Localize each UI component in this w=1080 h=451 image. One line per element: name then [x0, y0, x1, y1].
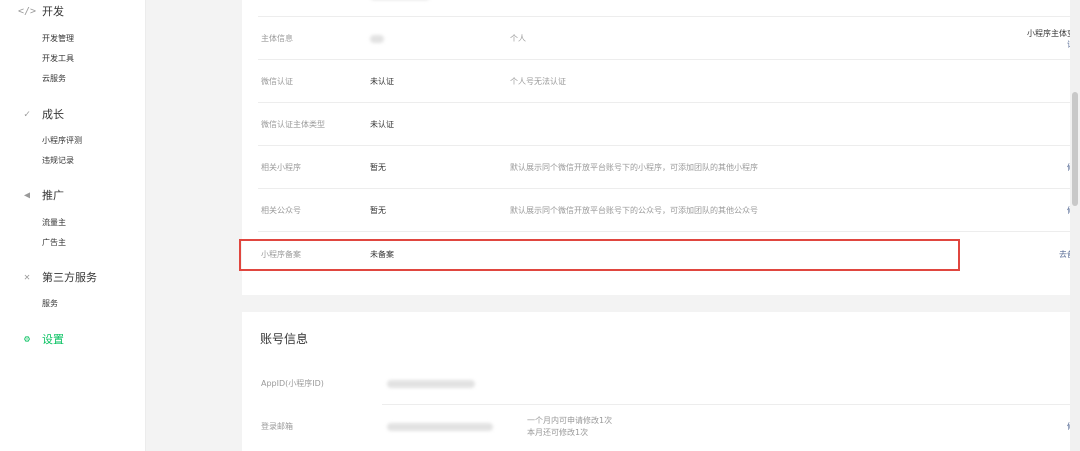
- table-row: 微信认证主体类型 未认证: [242, 103, 1080, 146]
- nav-group-third-party[interactable]: ✕ 第三方服务: [20, 267, 97, 287]
- table-row: AppID(小程序ID): [242, 362, 1080, 405]
- scroll-thumb[interactable]: [1072, 92, 1078, 206]
- sidebar-item-evaluation[interactable]: 小程序评测: [42, 136, 82, 146]
- nav-group-title: 成长: [42, 108, 64, 121]
- row-label: 相关小程序: [261, 163, 301, 172]
- row-desc: 默认展示同个微信开放平台账号下的小程序，可添加团队的其他小程序: [510, 163, 758, 172]
- row-value: 未备案: [370, 250, 394, 259]
- table-row: 相关公众号 暂无 默认展示同个微信开放平台账号下的公众号，可添加团队的其他公众号…: [242, 189, 1080, 232]
- table-row: 小程序备案 未备案 去备案: [242, 233, 1080, 276]
- section-title: 账号信息: [260, 332, 309, 346]
- row-value: 暂无: [370, 206, 386, 215]
- row-label: 微信认证: [261, 77, 293, 86]
- sidebar-item-violations[interactable]: 违规记录: [42, 156, 74, 166]
- table-row: 微信认证 未认证 个人号无法认证: [242, 60, 1080, 103]
- settings-icon: ⚙: [23, 333, 31, 345]
- sidebar-item-advertiser[interactable]: 广告主: [42, 238, 66, 248]
- megaphone-icon: ◀: [23, 189, 31, 201]
- row-value: 未认证: [370, 120, 394, 129]
- sidebar-item-dev-tools[interactable]: 开发工具: [42, 54, 74, 64]
- sidebar-item-traffic[interactable]: 流量主: [42, 218, 66, 228]
- row-label: 主体信息: [261, 34, 293, 43]
- row-label: 小程序备案: [261, 250, 301, 259]
- nav-group-title: 第三方服务: [42, 271, 97, 284]
- nav-group-title: 设置: [42, 333, 64, 346]
- nav-group-title: 开发: [42, 5, 64, 18]
- masked-email: [387, 422, 493, 431]
- nav-group-promotion[interactable]: ◀ 推广: [20, 185, 64, 205]
- masked-value: [370, 34, 384, 43]
- sidebar-item-dev-manage[interactable]: 开发管理: [42, 34, 74, 44]
- email-note: 一个月内可申请修改1次 本月还可修改1次: [527, 405, 612, 448]
- masked-appid: [387, 379, 475, 388]
- row-desc: 个人: [510, 34, 526, 43]
- row-desc: 默认展示同个微信开放平台账号下的公众号，可添加团队的其他公众号: [510, 206, 758, 215]
- row-value: 暂无: [370, 163, 386, 172]
- row-value: 未认证: [370, 77, 394, 86]
- scrollbar[interactable]: [1070, 0, 1080, 451]
- code-icon: </>: [17, 5, 37, 17]
- basic-info-card: 主体信息 个人 小程序主体变更 详情 微信认证 未认证 个人号无法认证 微信认证…: [242, 0, 1080, 295]
- sidebar: </> 开发 开发管理 开发工具 云服务 ✓ 成长 小程序评测 违规记录 ◀ 推…: [0, 0, 146, 451]
- row-label: 微信认证主体类型: [261, 120, 325, 129]
- divider: [258, 231, 1080, 232]
- table-row: [242, 0, 1080, 17]
- leaf-icon: ✓: [23, 108, 31, 120]
- row-label: AppID(小程序ID): [261, 379, 324, 388]
- table-row: 登录邮箱 一个月内可申请修改1次 本月还可修改1次 修改: [242, 405, 1080, 448]
- third-party-icon: ✕: [23, 271, 31, 283]
- nav-group-title: 推广: [42, 189, 64, 202]
- note-line: 一个月内可申请修改1次: [527, 415, 613, 425]
- sidebar-item-service[interactable]: 服务: [42, 299, 58, 309]
- row-label: 相关公众号: [261, 206, 301, 215]
- sidebar-item-cloud[interactable]: 云服务: [42, 74, 66, 84]
- main-content: 主体信息 个人 小程序主体变更 详情 微信认证 未认证 个人号无法认证 微信认证…: [145, 0, 1080, 451]
- table-row: 相关小程序 暂无 默认展示同个微信开放平台账号下的小程序，可添加团队的其他小程序…: [242, 146, 1080, 189]
- nav-group-growth[interactable]: ✓ 成长: [20, 104, 64, 124]
- nav-group-settings[interactable]: ⚙ 设置: [20, 329, 64, 349]
- row-desc: 个人号无法认证: [510, 77, 566, 86]
- note-line: 本月还可修改1次: [527, 427, 589, 437]
- table-row: 主体信息 个人 小程序主体变更 详情: [242, 17, 1080, 60]
- nav-group-develop[interactable]: </> 开发: [17, 1, 64, 21]
- row-label: 登录邮箱: [261, 422, 293, 431]
- account-info-card: 账号信息 AppID(小程序ID) 登录邮箱 一个月内可申请修改1次 本月还可修…: [242, 312, 1080, 451]
